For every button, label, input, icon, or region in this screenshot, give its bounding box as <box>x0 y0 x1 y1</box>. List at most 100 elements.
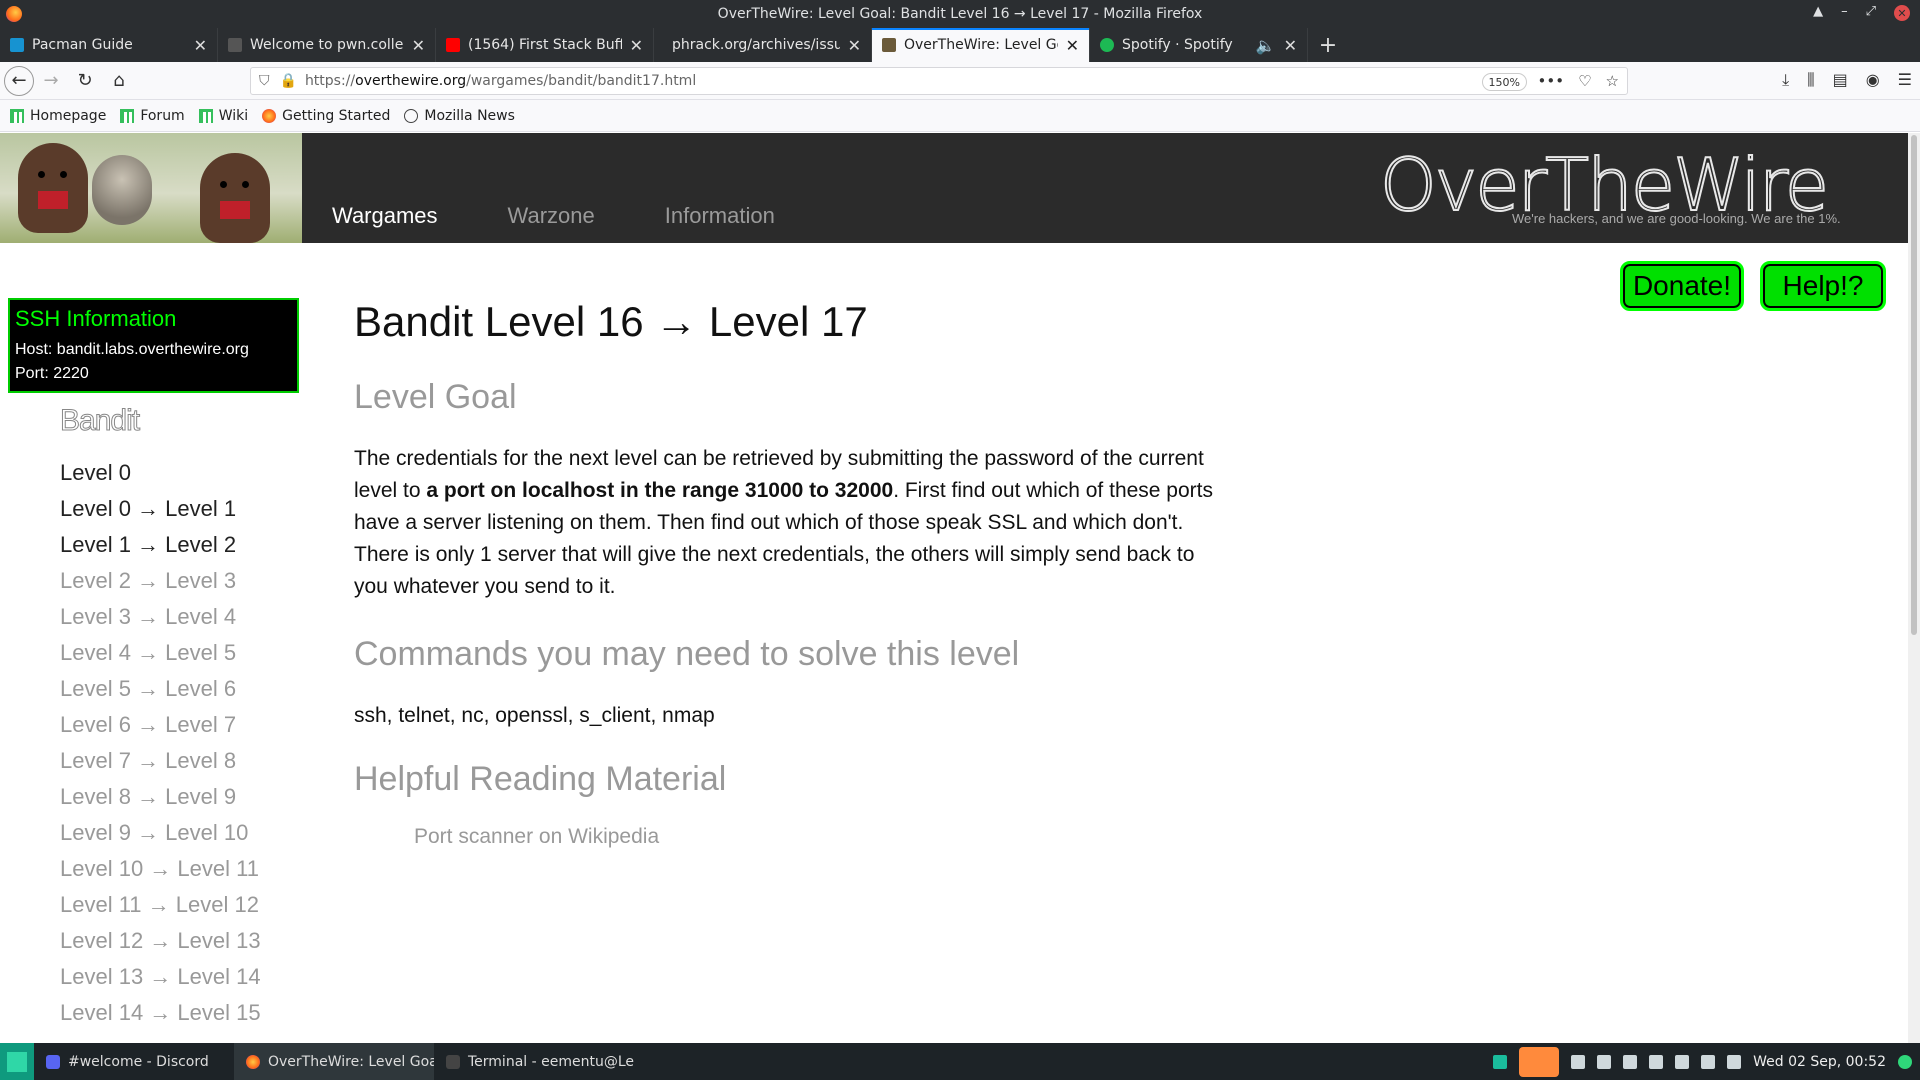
firefox-icon <box>6 6 22 22</box>
wifi-icon[interactable] <box>1675 1054 1690 1069</box>
level-link[interactable]: Level 0 → Level 1 <box>60 494 261 530</box>
volume-icon[interactable] <box>1727 1054 1742 1069</box>
tab-label: phrack.org/archives/issues/1 <box>672 37 840 53</box>
menu-information[interactable]: Information <box>665 203 775 229</box>
clipboard-icon[interactable] <box>1597 1054 1612 1069</box>
close-tab-icon[interactable]: ✕ <box>412 36 425 55</box>
taskbar-item-terminal[interactable]: Terminal - eementu@Legi... <box>434 1043 634 1080</box>
bookmark-getting-started[interactable]: Getting Started <box>262 108 390 124</box>
page-scrollbar[interactable] <box>1908 133 1920 1043</box>
level-link[interactable]: Level 4 → Level 5 <box>60 638 261 674</box>
close-tab-icon[interactable]: ✕ <box>1284 36 1297 55</box>
discord-tray-icon[interactable] <box>1571 1054 1586 1069</box>
level-link[interactable]: Level 7 → Level 8 <box>60 746 261 782</box>
chat-icon[interactable] <box>1493 1054 1508 1069</box>
scrollbar-thumb[interactable] <box>1911 135 1917 635</box>
bookmark-mozilla-news[interactable]: Mozilla News <box>404 108 515 124</box>
start-menu-button[interactable] <box>0 1043 34 1080</box>
bookmark-star-icon[interactable]: ☆ <box>1606 72 1619 90</box>
zoom-indicator[interactable]: 150% <box>1481 73 1527 91</box>
bookmark-forum[interactable]: Forum <box>120 107 185 124</box>
ssh-title: SSH Information <box>15 306 177 331</box>
close-tab-icon[interactable]: ✕ <box>848 36 861 55</box>
tab-phrack[interactable]: phrack.org/archives/issues/1 ✕ <box>654 28 872 62</box>
minimize-icon[interactable]: – <box>1841 4 1848 21</box>
page-icon <box>228 38 242 52</box>
donate-button[interactable]: Donate! <box>1620 261 1744 311</box>
forward-button[interactable]: → <box>34 64 68 98</box>
url-bar[interactable]: ⛉ 🔒 https://overthewire.org/wargames/ban… <box>250 67 1628 95</box>
level-link[interactable]: Level 13 → Level 14 <box>60 962 261 998</box>
goal-heading: Level Goal <box>354 378 517 416</box>
taskbar-label: #welcome - Discord <box>68 1053 209 1070</box>
close-tab-icon[interactable]: ✕ <box>194 36 207 55</box>
page-title: Bandit Level 16 → Level 17 <box>354 298 868 345</box>
maximize-icon[interactable]: ⤢ <box>1866 4 1876 21</box>
account-icon[interactable]: ◉ <box>1866 70 1880 90</box>
level-link[interactable]: Level 8 → Level 9 <box>60 782 261 818</box>
window-titlebar: OverTheWire: Level Goal: Bandit Level 16… <box>0 0 1920 28</box>
sidebar-heading: Bandit <box>59 404 140 438</box>
level-link[interactable]: Level 14 → Level 15 <box>60 998 261 1034</box>
level-link[interactable]: Level 11 → Level 12 <box>60 890 261 926</box>
level-link[interactable]: Level 10 → Level 11 <box>60 854 261 890</box>
clock[interactable]: Wed 02 Sep, 00:52 <box>1753 1054 1886 1070</box>
library-icon[interactable]: ⫼ <box>1807 70 1814 90</box>
toolbar-right: ⤓ ⫼ ▤ ◉ ☰ <box>1782 70 1912 90</box>
reading-link[interactable]: Port scanner on Wikipedia <box>414 825 1234 849</box>
close-tab-icon[interactable]: ✕ <box>630 36 643 55</box>
bookmark-label: Mozilla News <box>424 107 515 124</box>
bluetooth-icon[interactable] <box>1623 1054 1638 1069</box>
level-link[interactable]: Level 9 → Level 10 <box>60 818 261 854</box>
new-tab-button[interactable]: + <box>1308 28 1348 62</box>
tab-pwn-college[interactable]: Welcome to pwn.college! | pw ✕ <box>218 28 436 62</box>
tab-spotify[interactable]: Spotify · Spotify 🔈 ✕ <box>1090 28 1308 62</box>
close-window-icon[interactable]: ✕ <box>1894 5 1910 21</box>
domo-figure <box>200 153 270 243</box>
terminal-icon <box>446 1054 460 1069</box>
lock-icon[interactable]: 🔒 <box>280 73 297 89</box>
header-image <box>0 133 302 243</box>
more-icon[interactable]: ••• <box>1538 72 1565 90</box>
speaker-icon[interactable]: 🔈 <box>1256 36 1276 55</box>
tab-youtube[interactable]: (1564) First Stack Buffer O ✕ <box>436 28 654 62</box>
firefox-pinned-icon[interactable] <box>1519 1046 1560 1077</box>
level-link[interactable]: Level 12 → Level 13 <box>60 926 261 962</box>
home-button[interactable]: ⌂ <box>102 64 136 98</box>
reload-button[interactable]: ↻ <box>68 64 102 98</box>
security-icon[interactable] <box>1649 1054 1664 1069</box>
power-icon[interactable] <box>1898 1054 1912 1069</box>
globe-icon <box>404 108 419 123</box>
level-link[interactable]: Level 1 → Level 2 <box>60 530 261 566</box>
menu-icon[interactable]: ☰ <box>1898 70 1912 90</box>
url-actions: ••• ♡ ☆ <box>1538 72 1619 90</box>
ssh-host: Host: bandit.labs.overthewire.org <box>15 341 249 358</box>
shield-icon[interactable]: ⛉ <box>259 73 270 89</box>
sidebar-icon[interactable]: ▤ <box>1833 70 1848 90</box>
window-controls: ▲ – ⤢ ✕ <box>1813 4 1910 21</box>
tab-pacman-guide[interactable]: Pacman Guide ✕ <box>0 28 218 62</box>
level-link[interactable]: Level 3 → Level 4 <box>60 602 261 638</box>
tab-overthewire[interactable]: OverTheWire: Level Goal: B ✕ <box>872 28 1090 62</box>
bookmark-homepage[interactable]: Homepage <box>10 108 106 124</box>
bookmark-wiki[interactable]: Wiki <box>198 108 248 124</box>
back-button[interactable]: ← <box>4 65 34 96</box>
bookmark-label: Forum <box>140 107 185 124</box>
level-link[interactable]: Level 5 → Level 6 <box>60 674 261 710</box>
main-content: Bandit Level 16 → Level 17 Level Goal Th… <box>354 298 1234 849</box>
download-icon[interactable]: ⤓ <box>1782 70 1789 90</box>
help-button[interactable]: Help!? <box>1760 261 1886 311</box>
menu-warzone[interactable]: Warzone <box>508 203 595 229</box>
taskbar-item-firefox[interactable]: OverTheWire: Level Goal: ... <box>234 1043 434 1080</box>
keep-above-icon[interactable]: ▲ <box>1813 4 1823 21</box>
attachment-icon[interactable] <box>1701 1054 1716 1069</box>
menu-wargames[interactable]: Wargames <box>332 203 438 229</box>
tab-label: Spotify · Spotify <box>1122 37 1233 53</box>
level-link[interactable]: Level 2 → Level 3 <box>60 566 261 602</box>
pocket-icon[interactable]: ♡ <box>1578 72 1591 90</box>
close-tab-icon[interactable]: ✕ <box>1066 36 1079 55</box>
taskbar-item-discord[interactable]: #welcome - Discord <box>34 1043 234 1080</box>
ssh-port: Port: 2220 <box>15 365 89 382</box>
level-link[interactable]: Level 0 <box>60 458 261 494</box>
level-link[interactable]: Level 6 → Level 7 <box>60 710 261 746</box>
